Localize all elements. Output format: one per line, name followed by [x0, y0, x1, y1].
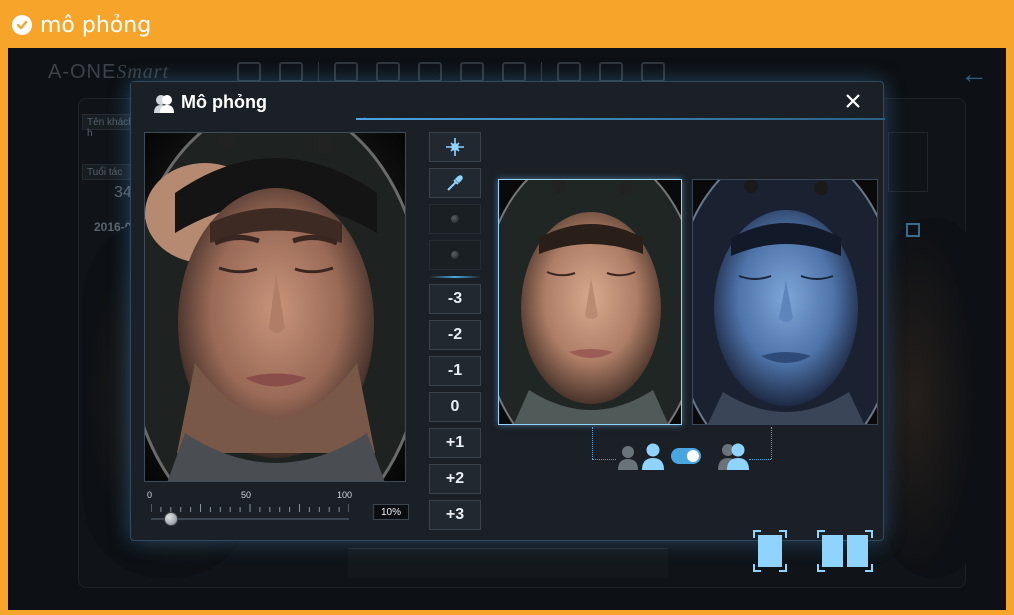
single-view-button[interactable]: [753, 530, 787, 572]
background-face-right: [888, 218, 978, 578]
toolbar-divider: [318, 62, 319, 82]
slider-max-label: 100: [337, 490, 353, 500]
simulation-dialog: Mô phỏng -3 -2 -1 0 +1 +2 +3 0 50 100 10…: [130, 81, 885, 572]
dialog-title: Mô phỏng: [181, 92, 267, 112]
main-face-preview[interactable]: [144, 132, 406, 482]
level-plus-1-button[interactable]: +1: [429, 428, 481, 458]
tool-separator: [429, 276, 481, 278]
connector-line: [771, 427, 772, 459]
crosshair-icon: [446, 138, 464, 156]
background-checkbox: [906, 223, 920, 237]
connector-line: [592, 459, 616, 460]
dialog-title-underline: [356, 118, 885, 120]
connector-line: [592, 427, 593, 459]
report-icon: [502, 62, 526, 82]
window-title: mô phỏng: [40, 12, 152, 38]
eyedropper-button[interactable]: [429, 168, 481, 198]
connector-line: [749, 459, 771, 460]
intensity-slider: 0 50 100 10%: [147, 490, 409, 530]
face-group-icon: [154, 94, 174, 113]
dialog-header: Mô phỏng: [153, 92, 267, 113]
slider-thumb[interactable]: [163, 512, 178, 526]
slider-ticks: [151, 504, 349, 512]
face-compare-icon: [418, 62, 442, 82]
background-bottom-bar: [348, 548, 668, 578]
tool-column: -3 -2 -1 0 +1 +2 +3: [429, 132, 483, 536]
slider-value-readout: 10%: [373, 504, 409, 520]
slider-mid-label: 50: [241, 490, 252, 500]
export-icon: [641, 62, 665, 82]
thumbnail-original[interactable]: [498, 179, 682, 425]
close-button[interactable]: [841, 90, 865, 114]
chart-icon: [460, 62, 484, 82]
level-plus-2-button[interactable]: +2: [429, 464, 481, 494]
close-icon: [846, 94, 860, 108]
level-0-button[interactable]: 0: [429, 392, 481, 422]
thumbnail-uv[interactable]: [692, 179, 878, 425]
printer-icon: [557, 62, 581, 82]
save-icon: [599, 62, 623, 82]
3d-cube-icon: [376, 62, 400, 82]
check-circle-icon: [12, 15, 32, 35]
level-minus-1-button[interactable]: -1: [429, 356, 481, 386]
back-arrow-icon: ←: [960, 58, 988, 89]
user-pair-icon[interactable]: [717, 442, 751, 470]
slider-scale-labels: 0 50 100: [147, 490, 357, 502]
user-image-placeholder: [888, 132, 928, 192]
toolbar-divider: [541, 62, 542, 82]
tone-button-2[interactable]: [429, 240, 481, 270]
face-photo: [499, 180, 681, 424]
compare-toggle[interactable]: [671, 448, 701, 464]
face-photo: [145, 133, 405, 481]
eyedropper-icon: [447, 175, 463, 191]
window-frame: mô phỏng A-ONESmart ← Tên khách h Tuổi t…: [0, 0, 1014, 615]
tone-button-1[interactable]: [429, 204, 481, 234]
level-plus-3-button[interactable]: +3: [429, 500, 481, 530]
face-photo: [693, 180, 877, 424]
timer-icon: [279, 62, 303, 82]
app-area: A-ONESmart ← Tên khách h Tuổi tác 34 201…: [8, 48, 1006, 610]
level-minus-3-button[interactable]: -3: [429, 284, 481, 314]
crosshair-button[interactable]: [429, 132, 481, 162]
dot-icon: [451, 215, 459, 223]
user-grey-icon[interactable]: [617, 444, 639, 470]
window-title-bar: mô phỏng: [12, 10, 151, 40]
camera-icon: [237, 62, 261, 82]
slider-min-label: 0: [147, 490, 153, 500]
portrait-icon: [334, 62, 358, 82]
user-active-icon[interactable]: [641, 442, 665, 470]
split-view-button[interactable]: [817, 530, 873, 572]
slider-track[interactable]: [151, 518, 349, 520]
level-minus-2-button[interactable]: -2: [429, 320, 481, 350]
dot-icon: [451, 251, 459, 259]
